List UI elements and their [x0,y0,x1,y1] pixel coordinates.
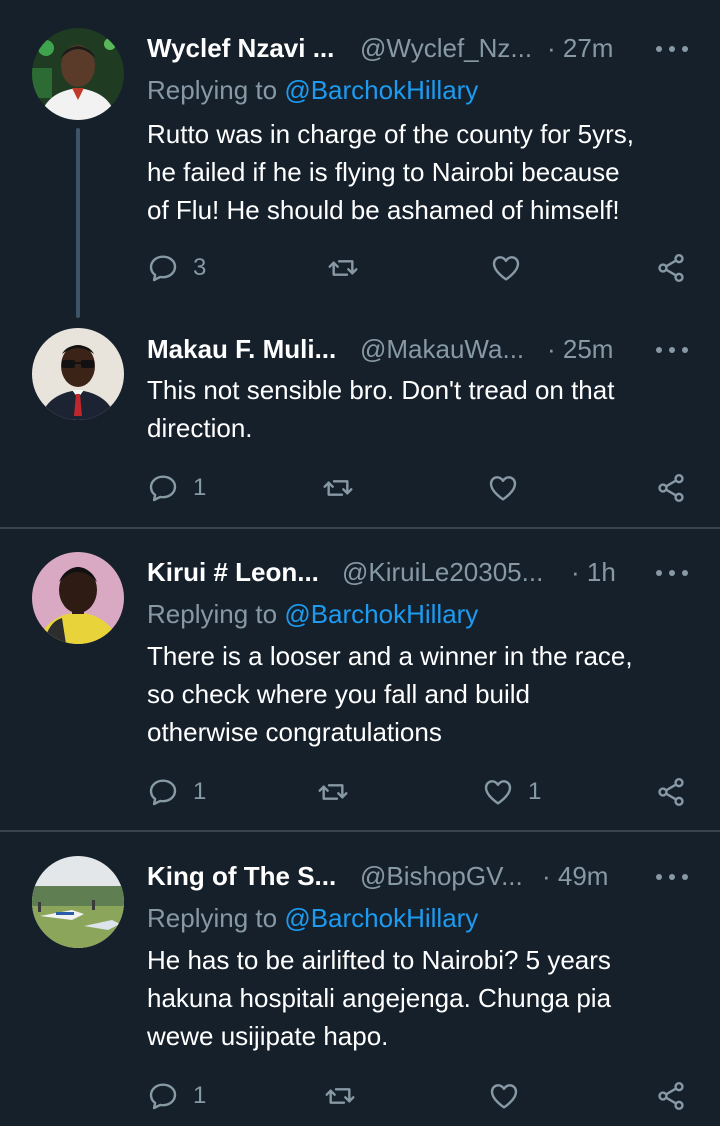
tweet-header: Wyclef Nzavi ... @Wyclef_Nz... · 27m [147,31,690,65]
share-button[interactable] [655,248,687,288]
tweet-4[interactable]: King of The S... @BishopGV... · 49m Repl… [0,832,720,1126]
reply-icon [147,776,179,808]
user-handle[interactable]: @Wyclef_Nz... [360,31,532,65]
like-button[interactable] [487,468,519,508]
share-icon [655,776,687,808]
display-name[interactable]: King of The S... [147,859,336,893]
more-icon[interactable] [654,332,690,366]
retweet-button[interactable] [327,248,359,288]
share-icon [655,1080,687,1112]
timestamp[interactable]: · 27m [547,31,613,65]
replying-to: Replying to @BarchokHillary [147,73,478,107]
display-name[interactable]: Kirui # Leon... [147,555,319,589]
replying-to: Replying to @BarchokHillary [147,597,478,631]
replying-prefix: Replying to [147,75,278,105]
reply-button[interactable]: 1 [147,468,206,508]
replying-prefix: Replying to [147,903,278,933]
tweet-header: Kirui # Leon... @KiruiLe20305... · 1h [147,555,690,589]
reply-button[interactable]: 1 [147,1076,206,1116]
reply-count: 3 [193,254,207,281]
retweet-button[interactable] [317,772,349,812]
tweet-actions: 1 [0,468,720,508]
share-button[interactable] [655,1076,687,1116]
like-button[interactable] [490,248,522,288]
tweet-actions: 3 [0,248,720,288]
tweet-3[interactable]: Kirui # Leon... @KiruiLe20305... · 1h Re… [0,529,720,830]
heart-icon [482,776,514,808]
heart-icon [488,1080,520,1112]
tweet-actions: 1 [0,1076,720,1116]
heart-icon [490,252,522,284]
share-icon [655,252,687,284]
display-name[interactable]: Makau F. Muli... [147,332,336,366]
reply-icon [147,472,179,504]
avatar[interactable] [32,28,124,120]
avatar[interactable] [32,552,124,644]
tweet-text: There is a looser and a winner in the ra… [147,641,633,747]
tweet-1[interactable]: Wyclef Nzavi ... @Wyclef_Nz... · 27m Rep… [0,0,720,318]
tweet-text: Rutto was in charge of the county for 5y… [147,119,635,225]
timestamp[interactable]: · 1h [571,555,616,589]
replying-prefix: Replying to [147,599,278,629]
reply-icon [147,252,179,284]
tweet-text: He has to be airlifted to Nairobi? 5 yea… [147,945,612,1051]
retweet-icon [327,252,359,284]
reply-feed: Wyclef Nzavi ... @Wyclef_Nz... · 27m Rep… [0,0,720,1126]
avatar[interactable] [32,856,124,948]
replying-to: Replying to @BarchokHillary [147,901,478,935]
share-icon [655,472,687,504]
more-icon[interactable] [654,555,690,589]
mention-link[interactable]: @BarchokHillary [284,599,478,629]
reply-icon [147,1080,179,1112]
tweet-text: This not sensible bro. Don't tread on th… [147,375,615,443]
more-icon[interactable] [654,859,690,893]
reply-count: 1 [193,778,207,805]
reply-button[interactable]: 3 [147,248,206,288]
heart-icon [487,472,519,504]
user-handle[interactable]: @KiruiLe20305... [342,555,543,589]
timestamp[interactable]: · 49m [542,859,608,893]
display-name[interactable]: Wyclef Nzavi ... [147,31,334,65]
retweet-icon [317,776,349,808]
mention-link[interactable]: @BarchokHillary [284,75,478,105]
tweet-header: Makau F. Muli... @MakauWa... · 25m [147,332,690,366]
timestamp[interactable]: · 25m [547,332,613,366]
retweet-button[interactable] [324,1076,356,1116]
tweet-header: King of The S... @BishopGV... · 49m [147,859,690,893]
tweet-2[interactable]: Makau F. Muli... @MakauWa... · 25m This … [0,315,720,527]
reply-count: 1 [193,474,207,501]
reply-count: 1 [193,1082,207,1109]
tweet-actions: 1 1 [0,772,720,812]
user-handle[interactable]: @MakauWa... [360,332,524,366]
retweet-button[interactable] [322,468,354,508]
like-button[interactable]: 1 [482,772,541,812]
mention-link[interactable]: @BarchokHillary [284,903,478,933]
user-handle[interactable]: @BishopGV... [360,859,523,893]
avatar[interactable] [32,328,124,420]
share-button[interactable] [655,772,687,812]
like-count: 1 [528,778,542,805]
more-icon[interactable] [654,31,690,65]
like-button[interactable] [488,1076,520,1116]
thread-line [76,128,80,318]
share-button[interactable] [655,468,687,508]
retweet-icon [324,1080,356,1112]
retweet-icon [322,472,354,504]
reply-button[interactable]: 1 [147,772,206,812]
